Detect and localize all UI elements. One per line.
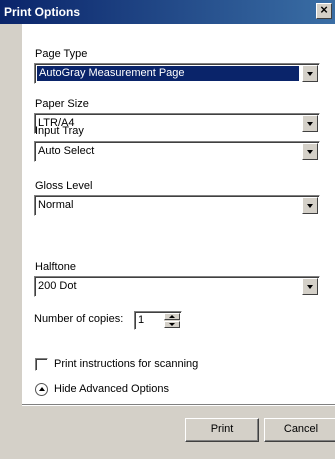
copies-label: Number of copies: [34,313,124,325]
decrement-icon[interactable] [164,321,180,328]
chevron-down-icon[interactable] [302,278,318,295]
cancel-button[interactable]: Cancel [264,418,335,442]
title-bar[interactable]: Print Options × [0,0,335,24]
halftone-label: Halftone [35,261,76,273]
halftone-value: 200 Dot [38,280,77,292]
page-type-select[interactable]: AutoGray Measurement Page [34,63,320,84]
print-button[interactable]: Print [185,418,259,442]
paper-size-label: Paper Size [35,98,89,110]
input-tray-label: Input Tray [35,125,84,137]
halftone-select[interactable]: 200 Dot [34,276,320,297]
chevron-down-icon[interactable] [302,115,318,132]
page-type-label: Page Type [35,48,88,60]
close-button[interactable]: × [316,3,332,19]
gloss-level-label: Gloss Level [35,180,93,192]
chevron-up-icon[interactable] [35,383,48,396]
copies-stepper[interactable]: 1 [134,311,182,330]
increment-icon[interactable] [164,313,180,320]
copies-value[interactable]: 1 [138,314,144,326]
chevron-down-icon[interactable] [302,143,318,160]
input-tray-select[interactable]: Auto Select [34,141,320,162]
advanced-options-label[interactable]: Hide Advanced Options [54,383,169,395]
input-tray-value: Auto Select [38,145,95,157]
scan-instructions-checkbox[interactable] [35,358,48,371]
gloss-level-select[interactable]: Normal [34,195,320,216]
scan-instructions-label[interactable]: Print instructions for scanning [54,358,198,370]
footer-divider [22,404,335,406]
chevron-down-icon[interactable] [302,197,318,214]
chevron-down-icon[interactable] [302,65,318,82]
gloss-level-value: Normal [38,199,74,211]
window-title: Print Options [4,5,80,19]
page-type-value: AutoGray Measurement Page [37,66,299,81]
